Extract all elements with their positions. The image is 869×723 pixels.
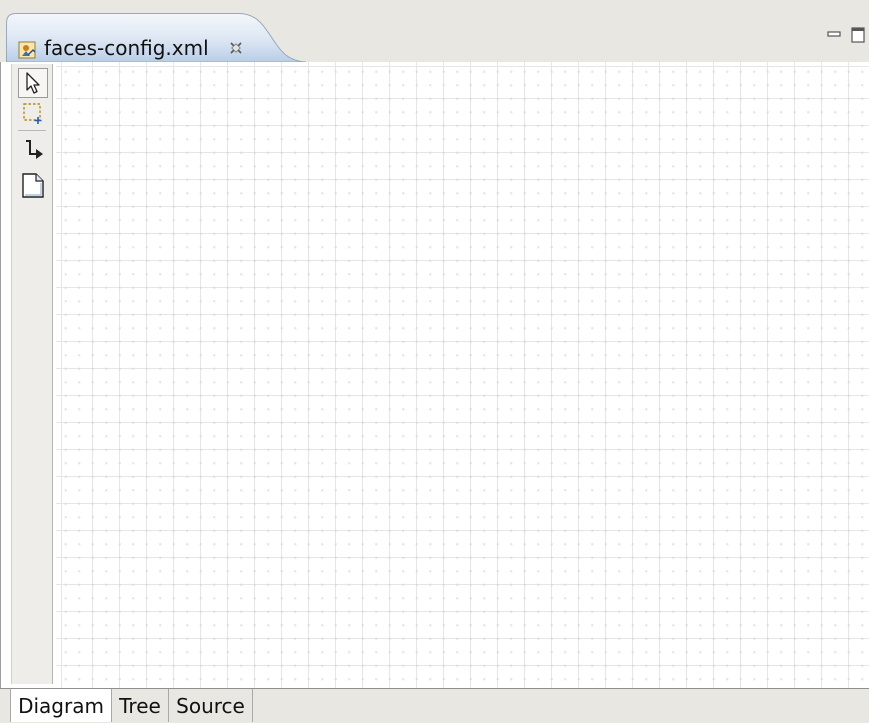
editor-tab-faces-config[interactable]: faces-config.xml [6,13,306,62]
connection-tool[interactable] [18,136,48,166]
maximize-icon[interactable] [851,27,865,43]
palette-separator [18,130,46,131]
tab-source[interactable]: Source [169,689,253,722]
editor-window: faces-config.xml Diagram Tree Source [0,0,869,723]
marquee-icon [23,103,42,124]
connection-icon [26,140,43,159]
arrow-pointer-icon [26,72,40,94]
select-tool[interactable] [18,68,48,98]
minimize-icon[interactable] [827,27,841,41]
marquee-tool[interactable] [18,98,48,128]
page-tab-bar: Diagram Tree Source [0,688,869,723]
diagram-editor [0,62,869,688]
canvas-grid [56,62,869,688]
page-icon [22,173,44,198]
editor-tab-bar: faces-config.xml [0,0,869,63]
tab-diagram[interactable]: Diagram [10,689,112,722]
window-controls [819,25,869,45]
tab-tree[interactable]: Tree [112,689,169,722]
close-icon[interactable] [228,40,244,56]
palette [11,64,53,684]
diagram-canvas[interactable] [56,62,869,688]
page-tool[interactable] [18,170,48,200]
editor-tab-title: faces-config.xml [44,36,209,60]
faces-config-file-icon [18,40,38,60]
